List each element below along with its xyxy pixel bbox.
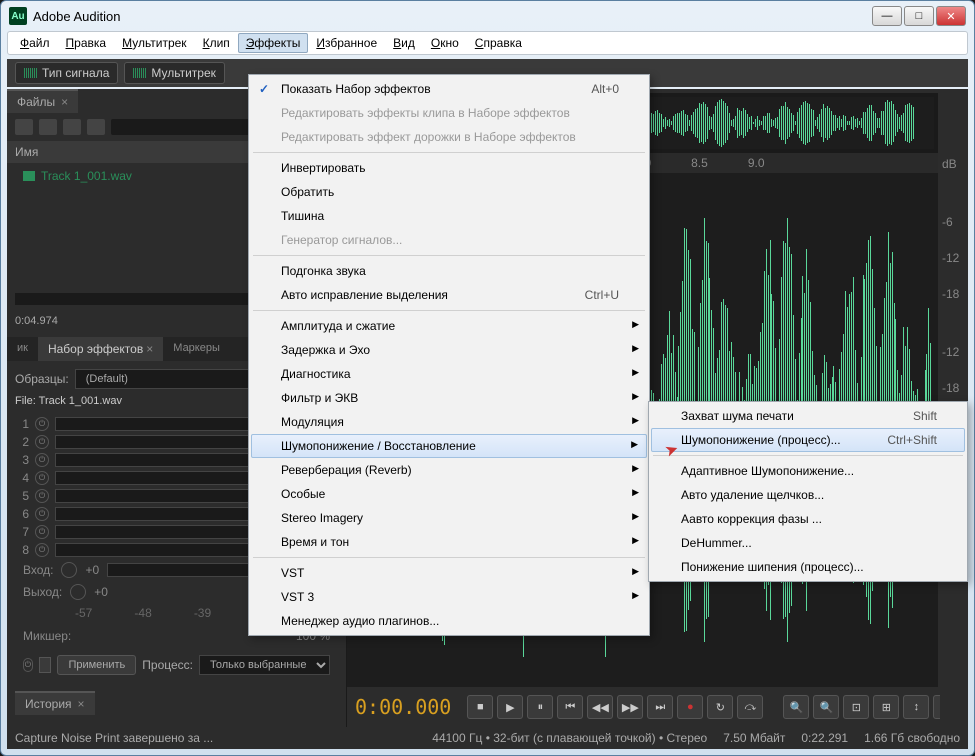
fx-slot-7-power[interactable]: ⏻ [35, 525, 49, 539]
menu-item[interactable]: VST▶ [251, 561, 647, 585]
go-end-button[interactable]: ⏭ [647, 695, 673, 719]
menu-item: Генератор сигналов... [251, 228, 647, 252]
fx-slot-8-power[interactable]: ⏻ [35, 543, 49, 557]
menu-item[interactable]: Диагностика▶ [251, 362, 647, 386]
menu-item[interactable]: Инвертировать [251, 156, 647, 180]
status-message: Capture Noise Print завершено за ... [15, 731, 213, 745]
menu-вид[interactable]: Вид [385, 33, 423, 53]
fx-slot-4-power[interactable]: ⏻ [35, 471, 49, 485]
menu-файл[interactable]: Файл [12, 33, 58, 53]
menu-item[interactable]: Фильтр и ЭКВ▶ [251, 386, 647, 410]
menu-item[interactable]: DeHummer... [651, 531, 965, 555]
status-size: 7.50 Мбайт [723, 731, 785, 745]
menu-item[interactable]: Тишина [251, 204, 647, 228]
history-tab[interactable]: История× [15, 691, 95, 715]
menu-справка[interactable]: Справка [467, 33, 530, 53]
tab-markers[interactable]: Маркеры [163, 337, 230, 361]
folder-icon[interactable] [15, 119, 33, 135]
waveform-view-button[interactable]: Тип сигнала [15, 62, 118, 84]
close-button[interactable]: ✕ [936, 6, 966, 26]
files-tab[interactable]: Файлы× [7, 89, 78, 113]
menu-item[interactable]: Реверберация (Reverb)▶ [251, 458, 647, 482]
menu-item[interactable]: Аавто коррекция фазы ... [651, 507, 965, 531]
zoom-in-v-button[interactable]: ↕ [903, 695, 929, 719]
input-knob[interactable] [61, 562, 77, 578]
menu-item[interactable]: Модуляция▶ [251, 410, 647, 434]
go-start-button[interactable]: ⏮ [557, 695, 583, 719]
menu-item[interactable]: Менеджер аудио плагинов... [251, 609, 647, 633]
tab-effects-rack[interactable]: Набор эффектов × [38, 337, 163, 361]
menu-item: Редактировать эффект дорожки в Наборе эф… [251, 125, 647, 149]
menu-клип[interactable]: Клип [195, 33, 238, 53]
zoom-in-button[interactable]: 🔍 [783, 695, 809, 719]
fx-slot-1-power[interactable]: ⏻ [35, 417, 49, 431]
transport-bar: 0:00.000 ■ ▶ ⏸ ⏮ ◀◀ ▶▶ ⏭ ● ↻ ⤼ 🔍 🔍 ⊡ ⊞ ↕… [347, 687, 968, 727]
effects-menu-dropdown: ✓Показать Набор эффектовAlt+0Редактирова… [248, 74, 650, 636]
status-duration: 0:22.291 [801, 731, 848, 745]
menu-item[interactable]: Задержка и Эхо▶ [251, 338, 647, 362]
waveform-icon [24, 68, 38, 78]
play-button[interactable]: ▶ [497, 695, 523, 719]
fx-slot-3-power[interactable]: ⏻ [35, 453, 49, 467]
main-time-display: 0:00.000 [355, 695, 451, 719]
menu-item[interactable]: VST 3▶ [251, 585, 647, 609]
record-button[interactable]: ● [677, 695, 703, 719]
noise-reduction-submenu: Захват шума печатиShiftШумопонижение (пр… [648, 401, 968, 582]
menu-item[interactable]: Амплитуда и сжатие▶ [251, 314, 647, 338]
fx-chain-icon[interactable] [39, 657, 52, 673]
multitrack-view-button[interactable]: Мультитрек [124, 62, 224, 84]
menu-правка[interactable]: Правка [58, 33, 115, 53]
fx-slot-6-power[interactable]: ⏻ [35, 507, 49, 521]
zoom-out-button[interactable]: 🔍 [813, 695, 839, 719]
menu-item[interactable]: Понижение шипения (процесс)... [651, 555, 965, 579]
menu-item[interactable]: Шумопонижение (процесс)...Ctrl+Shift [651, 428, 965, 452]
forward-button[interactable]: ▶▶ [617, 695, 643, 719]
fx-master-power[interactable]: ⏻ [23, 658, 33, 672]
statusbar: Capture Noise Print завершено за ... 441… [7, 727, 968, 749]
maximize-button[interactable]: □ [904, 6, 934, 26]
menu-item[interactable]: Stereo Imagery▶ [251, 506, 647, 530]
apply-button[interactable]: Применить [57, 655, 136, 675]
menu-item[interactable]: Шумопонижение / Восстановление▶ [251, 434, 647, 458]
import-icon[interactable] [39, 119, 57, 135]
menu-item[interactable]: Подгонка звука [251, 259, 647, 283]
menu-избранное[interactable]: Избранное [308, 33, 385, 53]
minimize-button[interactable]: — [872, 6, 902, 26]
loop-button[interactable]: ↻ [707, 695, 733, 719]
output-knob[interactable] [70, 584, 86, 600]
status-free: 1.66 Гб свободно [864, 731, 960, 745]
menu-item[interactable]: Особые▶ [251, 482, 647, 506]
stop-button[interactable]: ■ [467, 695, 493, 719]
window-title: Adobe Audition [33, 9, 870, 24]
menu-item[interactable]: ✓Показать Набор эффектовAlt+0 [251, 77, 647, 101]
rewind-button[interactable]: ◀◀ [587, 695, 613, 719]
menu-item[interactable]: Адаптивное Шумопонижение... [651, 459, 965, 483]
menu-item[interactable]: Захват шума печатиShift [651, 404, 965, 428]
pause-button[interactable]: ⏸ [527, 695, 553, 719]
menu-item[interactable]: Авто удаление щелчков... [651, 483, 965, 507]
menu-мультитрек[interactable]: Мультитрек [114, 33, 195, 53]
tab-0[interactable]: ик [7, 337, 38, 361]
titlebar: Au Adobe Audition — □ ✕ [1, 1, 974, 31]
skip-button[interactable]: ⤼ [737, 695, 763, 719]
menu-item[interactable]: Обратить [251, 180, 647, 204]
menu-item[interactable]: Время и тон▶ [251, 530, 647, 554]
fx-slot-2-power[interactable]: ⏻ [35, 435, 49, 449]
menu-окно[interactable]: Окно [423, 33, 467, 53]
menubar: ФайлПравкаМультитрекКлипЭффектыИзбранное… [7, 31, 968, 55]
audio-file-icon [23, 171, 35, 181]
zoom-sel-button[interactable]: ⊞ [873, 695, 899, 719]
menu-эффекты[interactable]: Эффекты [238, 33, 309, 53]
zoom-full-button[interactable]: ⊡ [843, 695, 869, 719]
menu-item: Редактировать эффекты клипа в Наборе эфф… [251, 101, 647, 125]
multitrack-icon [133, 68, 147, 78]
process-select[interactable]: Только выбранные [199, 655, 330, 675]
status-sample: 44100 Гц • 32-бит (с плавающей точкой) •… [432, 731, 707, 745]
trash-icon[interactable] [87, 119, 105, 135]
app-icon: Au [9, 7, 27, 25]
menu-item[interactable]: Авто исправление выделенияCtrl+U [251, 283, 647, 307]
mini-time: 0:04.974 [15, 315, 260, 327]
fx-slot-5-power[interactable]: ⏻ [35, 489, 49, 503]
new-icon[interactable] [63, 119, 81, 135]
